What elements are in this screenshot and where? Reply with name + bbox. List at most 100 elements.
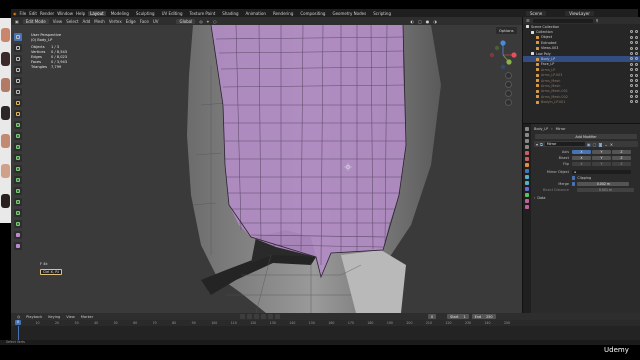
remove-modifier-icon[interactable]: ✕	[610, 142, 613, 147]
transform-orientation-dropdown[interactable]: Global	[176, 18, 196, 24]
render-toggle-icon[interactable]: ◙	[598, 142, 602, 147]
camera-icon[interactable]	[635, 84, 638, 88]
eye-icon[interactable]	[630, 84, 633, 88]
flip-y-toggle[interactable]: Y	[592, 161, 611, 167]
proportional-edit-icon[interactable]: ○	[213, 19, 217, 24]
outliner-row[interactable]: BodyIn_LP.001	[523, 99, 640, 104]
mirror-object-field[interactable]: ▪	[572, 169, 631, 175]
loop-cut-tool[interactable]	[14, 154, 22, 162]
options-button[interactable]: Options	[496, 27, 517, 34]
data-subpanel[interactable]: › Data	[532, 195, 640, 201]
ortho-toggle-icon[interactable]	[505, 99, 512, 106]
camera-icon[interactable]	[635, 46, 638, 50]
editmode-toggle-icon[interactable]: ▣	[587, 142, 591, 147]
scene-selector[interactable]: Scene	[526, 10, 547, 16]
camera-icon[interactable]	[635, 51, 638, 55]
xray-icon[interactable]: ▢	[418, 19, 422, 24]
menu-face[interactable]: Face	[140, 19, 149, 24]
rip-region-tool[interactable]	[14, 242, 22, 250]
select-box-tool[interactable]	[14, 33, 22, 41]
camera-icon[interactable]	[635, 35, 638, 39]
workspace-tab-shading[interactable]: Shading	[220, 11, 240, 16]
menu-vertex[interactable]: Vertex	[109, 19, 122, 24]
eye-icon[interactable]	[630, 46, 633, 50]
camera-icon[interactable]	[635, 73, 638, 77]
edge-slide-tool[interactable]	[14, 209, 22, 217]
frame-ruler[interactable]: 0 10 20 30 40 50 60 70 80 90 100 110 120 130 140 150 160…	[11, 320, 640, 326]
spin-tool[interactable]	[14, 187, 22, 195]
menu-render[interactable]: Render	[40, 11, 54, 16]
camera-view-icon[interactable]	[505, 90, 512, 97]
workspace-tab-scripting[interactable]: Scripting	[371, 11, 393, 16]
eye-icon[interactable]	[630, 89, 633, 93]
output-tab-icon[interactable]	[525, 139, 529, 143]
mode-dropdown[interactable]: Edit Mode	[22, 18, 49, 24]
eye-icon[interactable]	[630, 78, 633, 82]
bisect-y-toggle[interactable]: Y	[592, 155, 611, 161]
clipping-checkbox[interactable]	[572, 176, 576, 180]
camera-icon[interactable]	[635, 100, 638, 104]
timeline-editor-icon[interactable]: ◷	[17, 315, 20, 319]
zoom-icon[interactable]	[505, 72, 512, 79]
workspace-tab-sculpting[interactable]: Sculpting	[134, 11, 157, 16]
viewport-toggle-icon[interactable]: ▢	[593, 142, 597, 147]
menu-mesh[interactable]: Mesh	[94, 19, 105, 24]
eye-icon[interactable]	[630, 41, 633, 45]
extrude-tool[interactable]	[14, 121, 22, 129]
workspace-tab-compositing[interactable]: Compositing	[298, 11, 327, 16]
navigation-gizmo[interactable]	[488, 40, 518, 70]
workspace-tab-uv-editing[interactable]: UV Editing	[160, 11, 185, 16]
bisect-distance-field[interactable]: 0.001 m	[577, 187, 634, 193]
annotate-tool[interactable]	[14, 99, 22, 107]
shear-tool[interactable]	[14, 231, 22, 239]
eye-icon[interactable]	[630, 51, 633, 55]
workspace-tab-animation[interactable]: Animation	[244, 11, 268, 16]
move-tool[interactable]	[14, 55, 22, 63]
view-layer-tab-icon[interactable]	[525, 145, 529, 149]
physics-tab-icon[interactable]	[525, 181, 529, 185]
play-icon[interactable]	[261, 314, 266, 319]
tool-tab-icon[interactable]	[525, 127, 529, 131]
eye-icon[interactable]	[630, 95, 633, 99]
timeline[interactable]: 0 10 20 30 40 50 60 70 80 90 100 110 120 130 140 150 160…	[11, 320, 640, 340]
menu-marker[interactable]: Marker	[81, 315, 93, 319]
modifier-menu-icon[interactable]: ⌄	[604, 142, 607, 147]
menu-file[interactable]: File	[20, 11, 27, 16]
data-tab-icon[interactable]	[525, 193, 529, 197]
constraints-tab-icon[interactable]	[525, 187, 529, 191]
jump-end-icon[interactable]	[275, 314, 280, 319]
end-frame-field[interactable]: End 250	[471, 314, 496, 319]
collapse-icon[interactable]: ▾	[536, 142, 538, 147]
editor-type-icon[interactable]: ▣	[15, 19, 19, 24]
inset-tool[interactable]	[14, 132, 22, 140]
flip-z-toggle[interactable]: Z	[612, 161, 631, 167]
snap-icon[interactable]: ⌖	[207, 19, 209, 24]
texture-tab-icon[interactable]	[525, 205, 529, 209]
pan-icon[interactable]	[505, 81, 512, 88]
3d-viewport[interactable]: User Perspective (0) Body_LP Objects 1 / …	[11, 25, 522, 313]
menu-edit[interactable]: Edit	[29, 11, 37, 16]
merge-distance-field[interactable]: 0.002 m	[577, 181, 630, 187]
menu-keying[interactable]: Keying	[48, 315, 60, 319]
bisect-x-toggle[interactable]: X	[572, 155, 591, 161]
outliner-editor-icon[interactable]: ☰	[526, 18, 530, 23]
menu-uv[interactable]: UV	[153, 19, 159, 24]
eye-icon[interactable]	[630, 57, 633, 61]
workspace-tab-rendering[interactable]: Rendering	[271, 11, 295, 16]
outliner-search-input[interactable]	[532, 18, 593, 23]
view-layer-selector[interactable]: ViewLayer	[565, 10, 594, 16]
shading-material-icon[interactable]: ◑	[433, 19, 437, 24]
playhead[interactable]: 0	[15, 320, 21, 325]
cursor-tool[interactable]	[14, 44, 22, 52]
menu-help[interactable]: Help	[76, 11, 85, 16]
jump-keyframe-back-icon[interactable]	[247, 314, 252, 319]
flip-x-toggle[interactable]: X	[572, 161, 591, 167]
camera-icon[interactable]	[635, 68, 638, 72]
current-frame-field[interactable]: 0	[428, 314, 437, 319]
workspace-tab-modeling[interactable]: Modeling	[109, 11, 131, 16]
bisect-z-toggle[interactable]: Z	[612, 155, 631, 161]
eye-icon[interactable]	[630, 68, 633, 72]
smooth-tool[interactable]	[14, 198, 22, 206]
knife-tool[interactable]	[14, 165, 22, 173]
eye-icon[interactable]	[630, 62, 633, 66]
